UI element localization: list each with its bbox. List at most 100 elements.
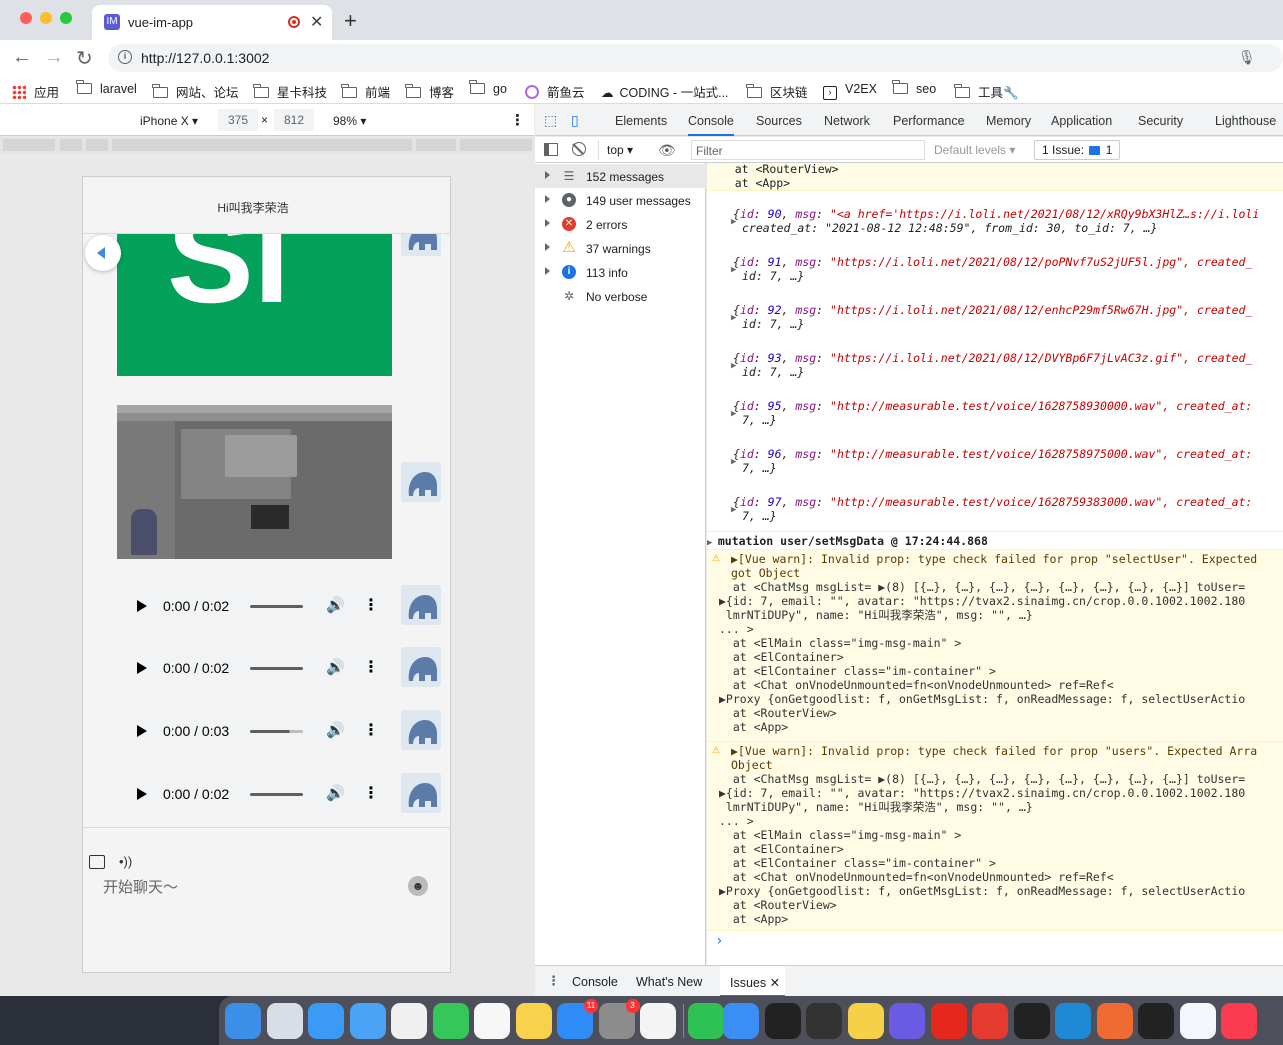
volume-icon[interactable]: 🔊	[326, 596, 345, 614]
console-output[interactable]: at <RouterView> at <App> ▶ {id: 90, msg: …	[707, 163, 1283, 965]
more-icon[interactable]: ⋮	[363, 657, 379, 677]
image-message-screenshot[interactable]	[117, 405, 392, 559]
bookmark-laravel[interactable]: laravel	[76, 80, 137, 96]
launchpad-icon[interactable]	[266, 1003, 303, 1039]
audio-message[interactable]: 0:00 / 0:03 🔊 ⋮	[117, 715, 391, 747]
warning-header[interactable]: ▶[Vue warn]: Invalid prop: type check fa…	[731, 744, 1283, 758]
console-warning[interactable]: ⚠ ▶[Vue warn]: Invalid prop: type check …	[707, 741, 1283, 931]
tab-performance[interactable]: Performance	[893, 114, 965, 128]
creative-icon[interactable]	[889, 1003, 925, 1039]
bookmark-blockchain[interactable]: 区块链	[746, 82, 808, 101]
reminders-icon[interactable]	[474, 1003, 510, 1039]
device-select[interactable]: iPhone X ▾	[140, 114, 198, 128]
youdao-icon[interactable]	[930, 1003, 967, 1039]
microphone-icon[interactable]: 🎙	[1238, 49, 1256, 66]
sidebar-item-errors[interactable]: ✕ 2 errors	[535, 212, 706, 236]
zoom-select[interactable]: 98% ▾	[333, 114, 366, 128]
log-levels-select[interactable]: Default levels ▾	[934, 143, 1015, 157]
tab-elements[interactable]: Elements	[615, 114, 667, 128]
audio-progress[interactable]	[250, 730, 303, 733]
audio-progress[interactable]	[250, 605, 303, 608]
sidebar-item-warnings[interactable]: ⚠ 37 warnings	[535, 236, 706, 260]
finder-icon[interactable]	[225, 1003, 261, 1039]
user-avatar[interactable]	[401, 647, 441, 687]
tab-security[interactable]: Security	[1138, 114, 1183, 128]
qq-music-icon[interactable]	[847, 1003, 884, 1039]
drawer-tab-issues[interactable]: Issues ✕	[720, 966, 785, 997]
bookmark-v2ex[interactable]: › V2EX	[823, 82, 877, 100]
more-options-icon[interactable]: ⋮	[510, 111, 525, 129]
console-object-entry[interactable]: ▶ {id: 97, msg: "http://measurable.test/v…	[707, 495, 1283, 527]
url-text[interactable]: http://127.0.0.1:3002	[141, 50, 269, 66]
bookmark-coding[interactable]: ☁ CODING - 一站式...	[601, 82, 729, 101]
volume-icon[interactable]: 🔊	[326, 658, 345, 676]
notes-icon[interactable]	[515, 1003, 552, 1039]
sidebar-item-user-messages[interactable]: ● 149 user messages	[535, 188, 706, 212]
play-icon[interactable]	[137, 600, 147, 612]
play-icon[interactable]	[137, 662, 147, 674]
audio-progress[interactable]	[250, 793, 303, 796]
bookmark-go[interactable]: go	[469, 80, 507, 96]
tab-lighthouse[interactable]: Lighthouse	[1215, 114, 1276, 128]
drawer-tab-console[interactable]: Console	[572, 975, 618, 989]
minimize-window-button[interactable]	[40, 12, 52, 24]
emoji-icon[interactable]: ☻	[408, 876, 428, 896]
audio-message[interactable]: 0:00 / 0:02 🔊 ⋮	[117, 590, 391, 622]
tab-network[interactable]: Network	[824, 114, 870, 128]
bookmark-blog[interactable]: 博客	[405, 82, 454, 101]
inspect-element-icon[interactable]: ⬚	[544, 112, 557, 129]
audio-message[interactable]: 0:00 / 0:02 🔊 ⋮	[117, 652, 391, 684]
music-icon[interactable]	[1221, 1003, 1257, 1039]
bookmark-tools[interactable]: 工具🔧	[954, 82, 1019, 101]
vscode-icon[interactable]	[1055, 1003, 1091, 1039]
mail-icon[interactable]	[349, 1003, 386, 1039]
tab-memory[interactable]: Memory	[986, 114, 1031, 128]
console-object-entry[interactable]: ▶ {id: 96, msg: "http://measurable.test/v…	[707, 447, 1283, 479]
warning-header[interactable]: ▶[Vue warn]: Invalid prop: type check fa…	[731, 552, 1283, 566]
tab-console[interactable]: Console	[688, 114, 734, 136]
user-avatar[interactable]	[401, 462, 441, 502]
site-info-icon[interactable]: i	[118, 50, 132, 64]
tab-application[interactable]: Application	[1051, 114, 1112, 128]
console-object-entry[interactable]: ▶ {id: 90, msg: "<a href='https://i.loli.…	[707, 207, 1283, 239]
more-icon[interactable]: ⋮	[363, 783, 379, 803]
forward-arrow-icon[interactable]: →	[44, 46, 64, 69]
bookmark-jianyuyun[interactable]: 箭鱼云	[525, 82, 585, 101]
audio-progress[interactable]	[250, 667, 303, 670]
user-avatar[interactable]	[401, 710, 441, 750]
close-tab-icon[interactable]: ✕	[310, 12, 323, 32]
wps-icon[interactable]	[972, 1003, 1008, 1039]
back-arrow-icon[interactable]: ←	[12, 46, 32, 69]
baidu-netdisk-icon[interactable]	[1179, 1003, 1216, 1039]
user-avatar[interactable]	[401, 585, 441, 625]
phpstorm-icon[interactable]	[1138, 1003, 1174, 1039]
drawer-menu-icon[interactable]: ⋮	[547, 973, 560, 989]
terminal-icon[interactable]	[764, 1003, 801, 1039]
live-expression-icon[interactable]: 👁	[658, 142, 676, 159]
user-avatar[interactable]	[401, 773, 441, 813]
photos-icon[interactable]	[391, 1003, 427, 1039]
close-window-button[interactable]	[20, 12, 32, 24]
console-object-entry[interactable]: ▶ {id: 91, msg: "https://i.loli.net/2021/…	[707, 255, 1283, 287]
goland-icon[interactable]	[1013, 1003, 1050, 1039]
play-icon[interactable]	[137, 725, 147, 737]
sidebar-item-messages[interactable]: ☰ 152 messages	[535, 164, 706, 188]
close-icon[interactable]: ✕	[770, 976, 780, 990]
sidebar-item-info[interactable]: i 113 info	[535, 260, 706, 284]
chat-input[interactable]: 开始聊天～	[103, 876, 178, 897]
zen-terminal-icon[interactable]	[806, 1003, 842, 1039]
user-avatar[interactable]	[401, 234, 441, 256]
reload-icon[interactable]: ↻	[76, 46, 93, 71]
device-toggle-icon[interactable]: ▯	[571, 112, 579, 129]
back-button[interactable]	[85, 235, 121, 271]
image-upload-icon[interactable]	[89, 855, 105, 869]
sidebar-item-verbose[interactable]: ✲ No verbose	[535, 284, 706, 308]
filter-input[interactable]: Filter	[691, 140, 925, 160]
paper-plane-icon[interactable]	[723, 1003, 759, 1039]
bookmark-frontend[interactable]: 前端	[341, 82, 390, 101]
bookmark-xingka[interactable]: 星卡科技	[253, 82, 327, 101]
chrome-icon[interactable]	[640, 1003, 676, 1039]
issues-button[interactable]: 1 Issue: 1	[1034, 140, 1121, 160]
console-object-entry[interactable]: ▶ {id: 93, msg: "https://i.loli.net/2021/…	[707, 351, 1283, 383]
context-select[interactable]: top ▾	[598, 140, 641, 160]
